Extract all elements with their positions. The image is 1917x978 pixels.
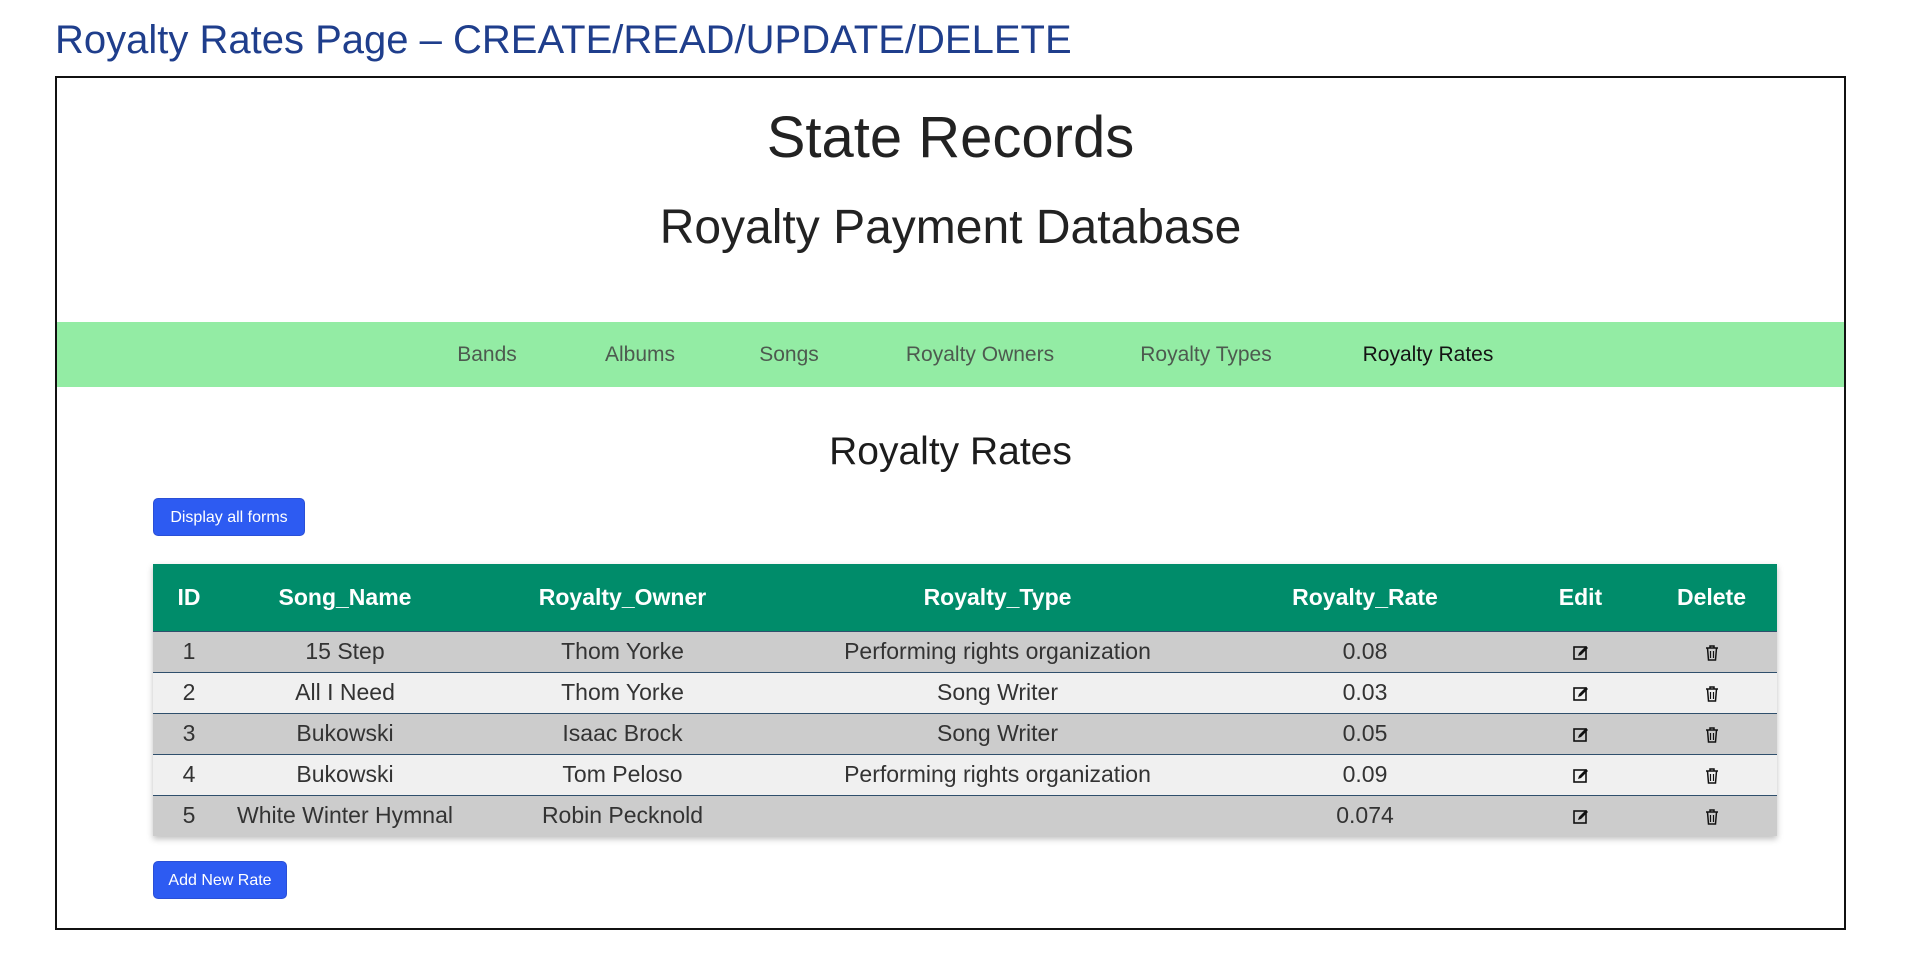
- header-delete: Delete: [1676, 583, 1747, 610]
- cell-edit: [1515, 713, 1646, 754]
- cell-royalty-rate: 0.08: [1342, 638, 1388, 664]
- edit-icon[interactable]: [1572, 644, 1590, 662]
- cell-royalty-rate: 0.09: [1342, 761, 1388, 787]
- nav-item-royalty-rates[interactable]: Royalty Rates: [1333, 322, 1523, 387]
- cell-edit: [1515, 795, 1646, 836]
- nav-item-royalty-types[interactable]: Royalty Types: [1111, 322, 1301, 387]
- cell-royalty-rate: 0.074: [1336, 802, 1394, 829]
- cell-id: 1: [182, 638, 196, 664]
- nav-item-albums[interactable]: Albums: [580, 322, 700, 387]
- cell-edit: [1515, 631, 1646, 672]
- cell-delete: [1646, 672, 1777, 713]
- cell-delete: [1646, 631, 1777, 672]
- trash-icon[interactable]: [1703, 808, 1721, 826]
- cell-royalty-type: Performing rights organization: [844, 638, 1151, 664]
- nav-item-bands[interactable]: Bands: [437, 322, 537, 387]
- doc-title: Royalty Rates Page – CREATE/READ/UPDATE/…: [55, 18, 1072, 62]
- site-subtitle: Royalty Payment Database: [659, 201, 1242, 254]
- cell-delete: [1646, 754, 1777, 795]
- cell-royalty-owner: Thom Yorke: [561, 638, 684, 664]
- section-title: Royalty Rates: [829, 430, 1072, 473]
- cell-royalty-owner: Isaac Brock: [562, 720, 683, 746]
- edit-icon[interactable]: [1572, 767, 1590, 785]
- cell-royalty-owner: Thom Yorke: [561, 679, 684, 705]
- table-row: 2 All I Need Thom Yorke Song Writer 0.03: [153, 672, 1777, 713]
- cell-royalty-type: Song Writer: [936, 679, 1058, 705]
- cell-royalty-type: Song Writer: [936, 720, 1058, 746]
- display-all-forms-button[interactable]: Display all forms: [153, 498, 305, 536]
- navbar: Bands Albums Songs Royalty Owners Royalt…: [57, 322, 1844, 387]
- edit-icon[interactable]: [1572, 808, 1590, 826]
- cell-id: 2: [182, 679, 196, 705]
- cell-royalty-type: Performing rights organization: [844, 761, 1151, 787]
- cell-edit: [1515, 672, 1646, 713]
- cell-royalty-type: [780, 795, 1215, 836]
- edit-icon[interactable]: [1572, 726, 1590, 744]
- cell-song-name: 15 Step: [305, 638, 385, 664]
- table-header-row: ID Song_Name Royalty_Owner Royalty_Type …: [153, 564, 1777, 631]
- add-new-rate-button[interactable]: Add New Rate: [153, 861, 287, 899]
- cell-delete: [1646, 713, 1777, 754]
- cell-id: 5: [182, 802, 196, 829]
- cell-song-name: Bukowski: [296, 761, 394, 787]
- table-row: 1 15 Step Thom Yorke Performing rights o…: [153, 631, 1777, 672]
- trash-icon[interactable]: [1703, 644, 1721, 662]
- header-royalty-owner[interactable]: Royalty_Owner: [465, 564, 780, 631]
- nav-item-songs[interactable]: Songs: [734, 322, 844, 387]
- header-royalty-rate[interactable]: Royalty_Rate: [1215, 564, 1515, 631]
- header-royalty-type[interactable]: Royalty_Type: [780, 564, 1215, 631]
- cell-royalty-owner: Tom Peloso: [562, 761, 683, 787]
- cell-royalty-owner: Robin Pecknold: [541, 802, 704, 829]
- app-frame: State Records Royalty Payment Database B…: [55, 76, 1846, 930]
- header-edit: Edit: [1558, 583, 1603, 610]
- cell-song-name: Bukowski: [296, 720, 394, 746]
- cell-song-name: White Winter Hymnal: [237, 802, 453, 829]
- edit-icon[interactable]: [1572, 685, 1590, 703]
- table-row: 5 White Winter Hymnal Robin Pecknold 0.0…: [153, 795, 1777, 836]
- cell-royalty-rate: 0.05: [1342, 720, 1388, 746]
- trash-icon[interactable]: [1703, 726, 1721, 744]
- table-row: 3 Bukowski Isaac Brock Song Writer 0.05: [153, 713, 1777, 754]
- header-id[interactable]: ID: [153, 564, 225, 631]
- cell-id: 3: [182, 720, 196, 746]
- site-title: State Records: [766, 105, 1135, 170]
- royalty-rates-table: ID Song_Name Royalty_Owner Royalty_Type …: [153, 564, 1777, 836]
- cell-edit: [1515, 754, 1646, 795]
- cell-delete: [1646, 795, 1777, 836]
- trash-icon[interactable]: [1703, 767, 1721, 785]
- nav-item-royalty-owners[interactable]: Royalty Owners: [880, 322, 1080, 387]
- cell-song-name: All I Need: [295, 679, 395, 705]
- cell-id: 4: [182, 761, 196, 787]
- header-song-name[interactable]: Song_Name: [225, 564, 465, 631]
- table-row: 4 Bukowski Tom Peloso Performing rights …: [153, 754, 1777, 795]
- trash-icon[interactable]: [1703, 685, 1721, 703]
- cell-royalty-rate: 0.03: [1342, 679, 1388, 705]
